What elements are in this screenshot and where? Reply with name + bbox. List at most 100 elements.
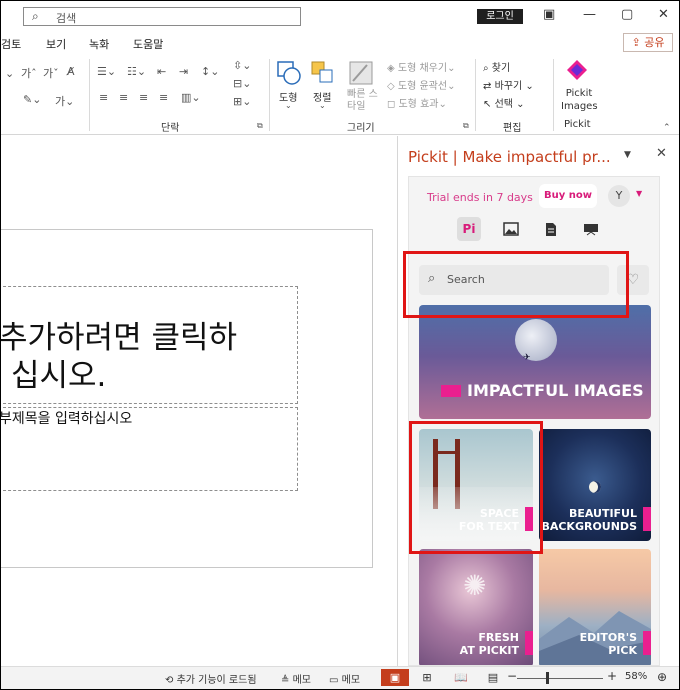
collection-card-editors-pick[interactable]: EDITOR'S PICK: [539, 549, 651, 665]
replace-label: 바꾸기: [494, 81, 523, 92]
zoom-slider[interactable]: [517, 678, 603, 679]
collapse-ribbon-icon[interactable]: ⌃: [663, 123, 671, 133]
addins-status-label: 추가 기능이 로드됨: [176, 675, 257, 686]
highlight-icon[interactable]: ✎⌄: [23, 93, 41, 106]
shape-effects-icon: ◻: [387, 99, 399, 110]
pink-accent-tag: [643, 507, 651, 531]
shape-fill-icon: ◈: [387, 63, 398, 74]
collection-card-impactful-images[interactable]: ✈ IMPACTFUL IMAGES: [419, 305, 651, 419]
title-placeholder[interactable]: 추가하려면 클릭하 십시오.: [0, 286, 299, 404]
zoom-out-icon[interactable]: −: [507, 669, 517, 683]
notes-label: 메모: [292, 675, 311, 686]
decrease-indent-icon[interactable]: ⇤: [157, 65, 166, 78]
pane-options-icon[interactable]: ▼: [624, 150, 631, 160]
close-icon[interactable]: ✕: [658, 7, 669, 22]
share-icon: ⇪: [631, 36, 645, 49]
font-color-icon[interactable]: 가⌄: [55, 93, 74, 109]
chevron-down-icon: ⌄: [285, 101, 292, 110]
shape-fill-button[interactable]: ◈ 도형 채우기⌄: [387, 59, 455, 74]
dialog-launcher-icon[interactable]: ⧉: [257, 121, 263, 131]
font-size-dropdown[interactable]: ⌄: [5, 67, 14, 80]
shape-outline-button[interactable]: ◇ 도형 윤곽선⌄: [387, 77, 455, 92]
tab-images[interactable]: [499, 217, 523, 241]
ribbon: ⌄ 가ˆ 가ˇ A̸ ✎⌄ 가⌄ ☰⌄ ☷⌄ ⇤ ⇥ ↕⌄ ≡ ≡ ≡ ≡ ▥⌄…: [1, 55, 679, 135]
comments-button[interactable]: ▭ 메모: [329, 671, 360, 686]
pane-close-icon[interactable]: ✕: [656, 146, 667, 161]
search-placeholder: 검색: [56, 12, 77, 25]
dialog-launcher-icon[interactable]: ⧉: [463, 121, 469, 131]
slide-sorter-button[interactable]: ⊞: [413, 669, 441, 686]
search-input[interactable]: ⌕ 검색: [23, 7, 301, 26]
document-icon: [546, 223, 556, 236]
line-spacing-icon[interactable]: ↕⌄: [201, 65, 219, 78]
zoom-in-icon[interactable]: +: [607, 669, 617, 683]
highlight-box-search: [403, 251, 629, 318]
columns-icon[interactable]: ▥⌄: [181, 91, 201, 104]
tab-slides[interactable]: [579, 217, 603, 241]
card-label-line-1: BEAUTIFUL: [568, 507, 637, 520]
ribbon-separator: [553, 59, 554, 131]
buy-now-button[interactable]: Buy now: [539, 184, 597, 208]
align-center-icon[interactable]: ≡: [119, 91, 128, 104]
zoom-slider-thumb[interactable]: [546, 672, 549, 684]
tab-documents[interactable]: [539, 217, 563, 241]
select-label: 선택: [494, 99, 513, 110]
slideshow-icon: ▤: [487, 671, 499, 684]
shape-effects-button[interactable]: ◻ 도형 효과⌄: [387, 95, 447, 110]
select-button[interactable]: ↖ 선택 ⌄: [483, 95, 525, 110]
maximize-icon[interactable]: ▢: [621, 7, 633, 22]
highlight-box-space-for-text: [409, 421, 543, 554]
title-placeholder-text: 추가하려면 클릭하 십시오.: [0, 319, 299, 395]
numbering-icon[interactable]: ☷⌄: [127, 65, 146, 78]
reading-view-button[interactable]: 📖: [447, 669, 475, 686]
chevron-down-icon[interactable]: ▼: [636, 189, 642, 198]
align-text-icon[interactable]: ⊟⌄: [233, 77, 251, 90]
tab-record[interactable]: 녹화: [89, 36, 109, 52]
shape-effects-label: 도형 효과: [398, 99, 439, 110]
title-line-2: 십시오.: [11, 358, 107, 394]
align-right-icon[interactable]: ≡: [139, 91, 148, 104]
collection-card-beautiful-backgrounds[interactable]: BEAUTIFUL BACKGROUNDS: [539, 429, 651, 541]
image-icon: [503, 222, 519, 236]
card-label: FRESH AT PICKIT: [460, 631, 519, 657]
fit-to-window-icon[interactable]: ⊕: [657, 670, 667, 684]
pickit-images-label: Pickit Images: [561, 88, 598, 112]
slide-canvas[interactable]: 추가하려면 클릭하 십시오. 부제목을 입력하십시오: [0, 229, 373, 568]
normal-view-button[interactable]: ▣: [381, 669, 409, 686]
notes-button[interactable]: ≜ 메모: [281, 671, 311, 686]
airplane-silhouette: ✈: [523, 353, 531, 363]
share-label: 공유: [644, 36, 665, 49]
justify-icon[interactable]: ≡: [159, 91, 168, 104]
share-button[interactable]: ⇪ 공유: [623, 33, 673, 52]
tab-pickit[interactable]: Pi: [457, 217, 481, 241]
tab-review[interactable]: 검토: [1, 36, 21, 52]
slideshow-button[interactable]: ▤: [479, 669, 507, 686]
replace-icon: ⇄: [483, 81, 495, 92]
minimize-icon[interactable]: —: [583, 7, 596, 22]
align-left-icon[interactable]: ≡: [99, 91, 108, 104]
find-button[interactable]: ⌕ 찾기: [483, 59, 510, 74]
powerpoint-window: ⌕ 검색 로그인 ▣ — ▢ ✕ 검토 보기 녹화 도움말 ⇪ 공유 ⌄ 가ˆ …: [0, 0, 680, 690]
shrink-font-icon[interactable]: 가ˇ: [43, 65, 59, 81]
collection-card-fresh-at-pickit[interactable]: ✺ FRESH AT PICKIT: [419, 549, 533, 665]
ribbon-display-icon[interactable]: ▣: [543, 7, 555, 22]
clear-format-icon[interactable]: A̸: [67, 65, 75, 78]
zoom-level[interactable]: 58%: [625, 671, 647, 682]
pickit-tab-icon: Pi: [462, 222, 476, 236]
text-direction-icon[interactable]: ⇳⌄: [233, 59, 251, 72]
smartart-icon[interactable]: ⊞⌄: [233, 95, 251, 108]
grow-font-icon[interactable]: 가ˆ: [21, 65, 37, 81]
subtitle-placeholder[interactable]: 부제목을 입력하십시오: [1, 407, 298, 491]
addins-status[interactable]: ⟲ 추가 기능이 로드됨: [165, 671, 257, 686]
increase-indent-icon[interactable]: ⇥: [179, 65, 188, 78]
replace-button[interactable]: ⇄ 바꾸기 ⌄: [483, 77, 534, 92]
login-button[interactable]: 로그인: [477, 9, 523, 24]
tab-view[interactable]: 보기: [46, 36, 66, 52]
tab-help[interactable]: 도움말: [133, 36, 163, 52]
moon-image: [515, 319, 557, 361]
bullets-icon[interactable]: ☰⌄: [97, 65, 116, 78]
drawing-group-label: 그리기: [347, 123, 375, 134]
title-line-1: 추가하려면 클릭하: [0, 320, 238, 356]
ribbon-separator: [89, 59, 90, 131]
avatar[interactable]: Y: [608, 185, 630, 207]
